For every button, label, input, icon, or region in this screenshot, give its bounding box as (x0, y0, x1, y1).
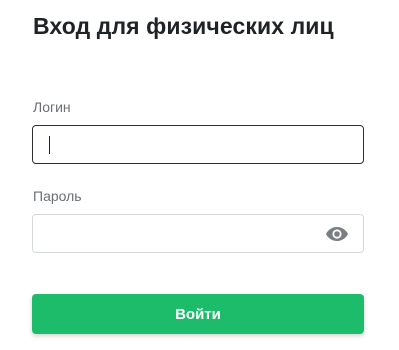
page-title: Вход для физических лиц (33, 13, 334, 39)
login-field[interactable] (32, 125, 364, 164)
submit-button[interactable]: Войти (32, 294, 364, 334)
login-label: Логин (33, 99, 71, 115)
eye-icon[interactable] (325, 225, 349, 243)
text-cursor (49, 136, 50, 154)
password-input[interactable] (33, 215, 363, 252)
login-page: Вход для физических лиц Логин Пароль Вой… (0, 0, 399, 350)
password-label: Пароль (33, 188, 82, 204)
login-input[interactable] (33, 126, 363, 163)
password-field[interactable] (32, 214, 364, 253)
